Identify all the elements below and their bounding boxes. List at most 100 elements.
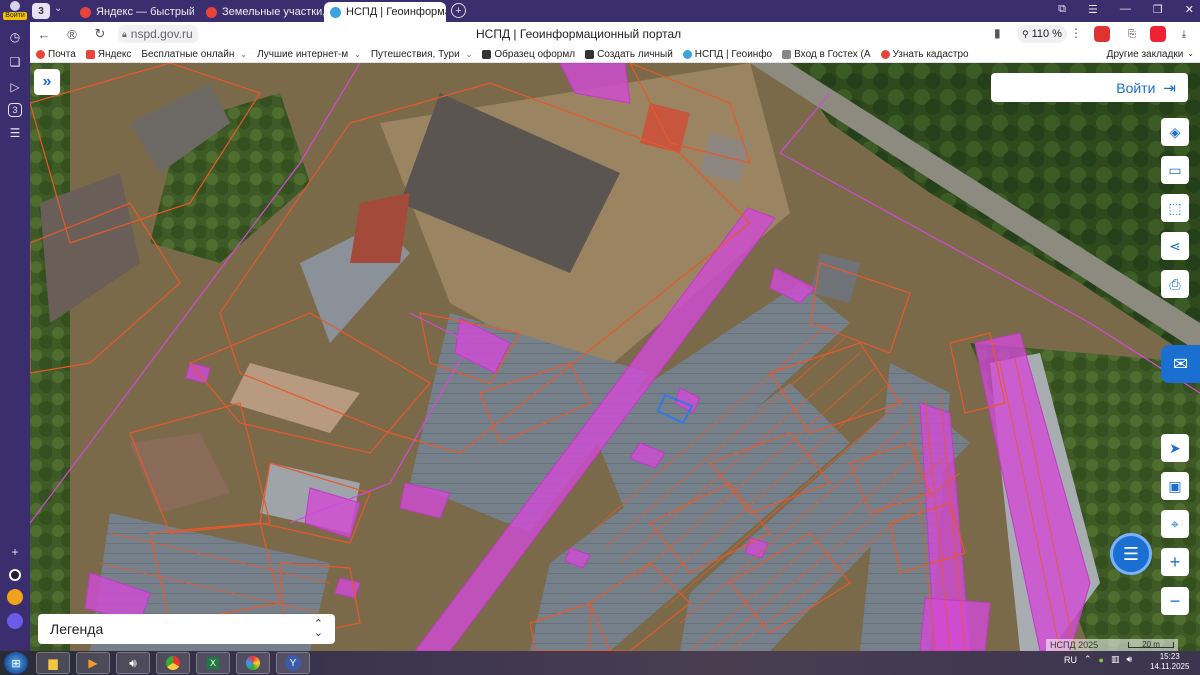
download-icon[interactable]: ⤓ (1176, 26, 1192, 42)
network-icon[interactable]: ▥ (1111, 654, 1120, 665)
extension-icon-2[interactable]: ⎘ (1124, 26, 1140, 42)
zoom-value: 110 % (1031, 28, 1062, 40)
bookmark-folder[interactable]: Бесплатные онлайн ⌄ (141, 49, 247, 60)
new-tab-button[interactable]: + (451, 3, 466, 18)
start-button[interactable]: ⊞ (4, 652, 28, 674)
select-area-icon: ⬚ (1168, 199, 1182, 216)
bookmark-item[interactable]: НСПД | Геоинфо (682, 49, 772, 60)
extensions-icon[interactable]: ⧉ (1058, 3, 1066, 16)
minimize-icon[interactable]: — (1120, 3, 1131, 16)
chrome-taskbar-button[interactable] (156, 652, 190, 674)
tab-land-plots[interactable]: Земельные участки, своб (200, 2, 325, 22)
chat-button[interactable]: ☰ (1110, 533, 1152, 575)
collections-icon[interactable]: ❏ (6, 53, 24, 71)
restore-icon[interactable]: ❐ (1153, 3, 1163, 16)
menu-icon[interactable]: ☰ (1088, 3, 1098, 16)
satellite-map[interactable] (30, 63, 1200, 651)
chevron-down-icon[interactable]: ⌄ (54, 3, 62, 14)
yandex-icon (85, 50, 95, 59)
add-panel-icon[interactable]: + (6, 543, 24, 561)
alice-icon[interactable] (9, 569, 21, 581)
double-chevron-right-icon: » (42, 73, 52, 90)
url-input[interactable]: 🔒︎ nspd.gov.ru (118, 25, 198, 43)
ruler-icon: ▭ (1168, 161, 1182, 178)
bookmark-item[interactable]: Образец оформл (482, 49, 575, 60)
chevron-up-icon[interactable]: ⌃ (1084, 654, 1092, 665)
play-icon[interactable]: ▷ (6, 78, 24, 96)
extension-icon-1[interactable] (1094, 26, 1110, 42)
messenger-icon[interactable] (7, 613, 23, 629)
chevron-down-icon: ⌄ (240, 50, 248, 59)
chat-icon: ☰ (1122, 543, 1140, 564)
clock-date: 14.11.2025 (1150, 662, 1190, 671)
volume-app-taskbar-button[interactable]: 🔊︎ (116, 652, 150, 674)
nspd-icon (682, 50, 692, 59)
scale-bar: 20 m (1128, 641, 1175, 649)
sidebar-menu-icon[interactable]: ☰ (6, 124, 24, 142)
avatar-icon (10, 1, 20, 11)
excel-icon: X (206, 657, 219, 669)
profile-login-button[interactable]: Войти (2, 1, 28, 21)
gostekh-icon (782, 50, 792, 59)
bookmark-icon[interactable]: ▮ (994, 26, 1001, 40)
bookmark-folder[interactable]: Путешествия, Тури ⌄ (371, 49, 473, 60)
print-button[interactable]: ⎙ (1161, 270, 1189, 298)
select-area-button[interactable]: ⬚ (1161, 194, 1189, 222)
back-icon[interactable]: ← (36, 26, 52, 42)
zoom-out-button[interactable]: − (1161, 587, 1189, 615)
more-icon[interactable]: ⋮ (1070, 26, 1082, 40)
yandex-home-icon[interactable]: ® (64, 26, 80, 42)
share-button[interactable]: ⋖ (1161, 232, 1189, 260)
bookmark-item[interactable]: Узнать кадастро (880, 49, 969, 60)
language-indicator[interactable]: RU (1064, 655, 1077, 665)
map-viewport[interactable]: » Войти ⇥ ◈ ▭ ⬚ ⋖ ⎙ ✉ ➤ ▣ ⌖ + − ☰ Легенд… (30, 63, 1200, 651)
legend-panel[interactable]: Легенда ⌃ ⌄ (38, 614, 335, 644)
lock-icon: 🔒︎ (122, 28, 127, 39)
close-window-icon[interactable]: ✕ (1185, 3, 1194, 16)
clock[interactable]: 15:23 14.11.2025 (1150, 652, 1189, 672)
browser-sidebar: Войти ◷ ❏ ▷ 3 ☰ + (0, 0, 30, 651)
chevron-down-icon: ⌄ (1187, 49, 1194, 58)
photos-taskbar-button[interactable] (236, 652, 270, 674)
page-title: НСПД | Геоинформационный портал (476, 27, 682, 41)
history-icon[interactable]: ◷ (6, 28, 24, 46)
ruler-button[interactable]: ▭ (1161, 156, 1189, 184)
geolocation-button[interactable]: ➤ (1161, 434, 1189, 462)
expand-panel-button[interactable]: » (34, 69, 60, 95)
tab-yandex[interactable]: Яндекс — быстрый поиск (74, 2, 194, 22)
antivirus-icon[interactable]: ● (1099, 655, 1104, 665)
yandex-app-icon[interactable] (7, 589, 23, 605)
feedback-button[interactable]: ✉ (1161, 345, 1200, 383)
excel-taskbar-button[interactable]: X (196, 652, 230, 674)
taskbar: ⊞ ▆ ▶ 🔊︎ X Y RU ⌃ ● ▥ 🔊︎ 15:23 14.11.202… (0, 651, 1200, 675)
attribution-text: НСПД 2025 (1050, 640, 1099, 650)
bookmark-folder[interactable]: Лучшие интернет-м ⌄ (257, 49, 361, 60)
bookmark-item[interactable]: Вход в Гостех (А (782, 49, 871, 60)
reload-icon[interactable]: ↻ (92, 26, 108, 42)
chevron-down-icon: ⌄ (465, 50, 473, 59)
place-search-icon: ⌖ (1171, 515, 1179, 532)
zoom-indicator[interactable]: ⚲ 110 % (1017, 25, 1067, 43)
bookmark-item[interactable]: Яндекс (85, 49, 131, 60)
other-bookmarks[interactable]: Другие закладки ⌄ (1107, 49, 1194, 60)
cadastre-icon (880, 50, 890, 59)
place-search-button[interactable]: ⌖ (1161, 510, 1189, 538)
extension-icon-3[interactable] (1150, 26, 1166, 42)
tab-nspd[interactable]: НСПД | Геоинформаци ✕ (324, 2, 446, 22)
yandex-browser-taskbar-button[interactable]: Y (276, 652, 310, 674)
map-attribution: НСПД 2025 20 m (1046, 639, 1179, 651)
explorer-taskbar-button[interactable]: ▆ (36, 652, 70, 674)
layers-button[interactable]: ◈ (1161, 118, 1189, 146)
login-button[interactable]: Войти ⇥ (991, 73, 1188, 102)
tab-count-icon[interactable]: 3 (8, 103, 22, 117)
bookmark-item[interactable]: Создать личный (585, 49, 673, 60)
clock-time: 15:23 (1159, 652, 1180, 661)
windows-logo-icon: ⊞ (11, 657, 21, 670)
nspd-favicon-icon (330, 6, 341, 18)
zoom-in-button[interactable]: + (1161, 548, 1189, 576)
volume-icon[interactable]: 🔊︎ (1127, 654, 1133, 665)
minimap-button[interactable]: ▣ (1161, 472, 1189, 500)
tab-counter-button[interactable]: 3 (32, 3, 50, 19)
bookmark-item[interactable]: Почта (36, 49, 76, 60)
media-player-taskbar-button[interactable]: ▶ (76, 652, 110, 674)
